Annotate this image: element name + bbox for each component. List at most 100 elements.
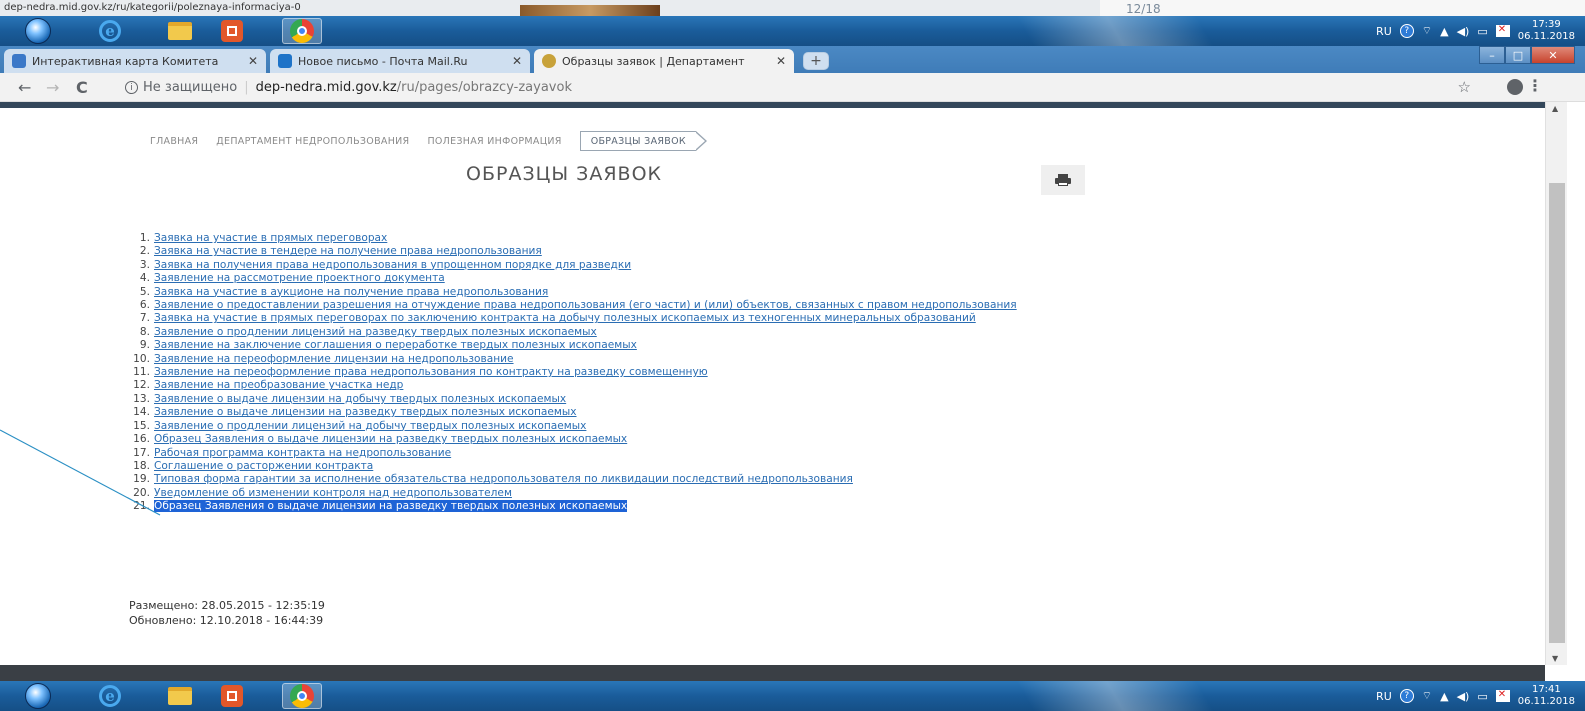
tab-interactive-map[interactable]: Интерактивная карта Комитета ✕: [4, 49, 266, 73]
tab-close-icon[interactable]: ✕: [512, 54, 522, 68]
document-link[interactable]: Заявление о предоставлении разрешения на…: [154, 299, 1017, 311]
action-center-flag-icon[interactable]: [1495, 24, 1510, 37]
breadcrumb-useful-info[interactable]: ПОЛЕЗНАЯ ИНФОРМАЦИЯ: [427, 136, 561, 147]
scroll-down-icon[interactable]: ▼: [1552, 654, 1558, 663]
tab-current-page[interactable]: Образцы заявок | Департамент ✕: [534, 49, 794, 73]
breadcrumb-department[interactable]: ДЕПАРТАМЕНТ НЕДРОПОЛЬЗОВАНИЯ: [216, 136, 409, 147]
list-item: 6. Заявление о предоставлении разрешения …: [132, 299, 1052, 312]
taskbar-explorer[interactable]: [160, 18, 200, 44]
document-link[interactable]: Образец Заявления о выдаче лицензии на р…: [154, 500, 628, 513]
system-tray: RU ? ⌔ ▲ ◀) ▭ 17:41 06.11.2018: [1376, 681, 1575, 711]
new-tab-button[interactable]: +: [803, 52, 829, 70]
taskbar-chrome[interactable]: [282, 18, 322, 44]
document-link[interactable]: Заявление о продлении лицензий на развед…: [154, 326, 597, 338]
url-input[interactable]: i Не защищено | dep-nedra.mid.gov.kz /ru…: [125, 77, 1435, 98]
close-window-button[interactable]: ✕: [1531, 46, 1575, 64]
list-item: 20. Уведомление об изменении контроля над…: [132, 487, 1052, 500]
status-url: dep-nedra.mid.gov.kz/ru/kategorii/polezn…: [4, 2, 301, 13]
monitor-icon[interactable]: ▭: [1477, 25, 1487, 38]
list-item-number: 1.: [139, 232, 150, 244]
breadcrumb-home[interactable]: ГЛАВНАЯ: [150, 136, 198, 147]
print-button[interactable]: [1041, 165, 1085, 195]
reload-icon[interactable]: C: [76, 78, 88, 97]
document-link[interactable]: Соглашение о расторжении контракта: [154, 460, 373, 472]
mail-favicon-icon: [278, 54, 292, 68]
system-tray: RU ? ⌔ ▲ ◀) ▭ 17:39 06.11.2018: [1376, 16, 1575, 46]
network-icon[interactable]: ⌔: [1422, 24, 1432, 38]
document-link[interactable]: Типовая форма гарантии за исполнение обя…: [154, 473, 853, 485]
language-indicator[interactable]: RU: [1376, 690, 1392, 703]
list-item: 3. Заявка на получения права недропользов…: [132, 259, 1052, 272]
action-center-flag-icon[interactable]: [1495, 689, 1510, 702]
monitor-icon[interactable]: ▭: [1477, 690, 1487, 703]
tab-label: Образцы заявок | Департамент: [562, 54, 745, 68]
document-link[interactable]: Заявление на заключение соглашения о пер…: [154, 339, 637, 351]
document-link[interactable]: Заявка на получения права недропользован…: [154, 259, 631, 271]
minimize-button[interactable]: –: [1479, 46, 1505, 64]
tab-mail[interactable]: Новое письмо - Почта Mail.Ru ✕: [270, 49, 530, 73]
page-title: ОБРАЗЦЫ ЗАЯВОК: [466, 163, 663, 185]
taskbar-bottom: e RU ? ⌔ ▲ ◀) ▭ 17:41 06.11.2018: [0, 681, 1585, 711]
taskbar-explorer[interactable]: [160, 683, 200, 709]
list-item: 18. Соглашение о расторжении контракта: [132, 460, 1052, 473]
document-link[interactable]: Заявление на переоформление права недроп…: [154, 366, 708, 378]
chrome-icon: [290, 19, 314, 43]
clock-time: 17:41: [1531, 684, 1561, 695]
document-link[interactable]: Заявление о выдаче лицензии на разведку …: [154, 406, 577, 418]
taskbar-chrome[interactable]: [282, 683, 322, 709]
printer-icon: [1055, 174, 1071, 186]
document-link[interactable]: Заявление на переоформление лицензии на …: [154, 353, 514, 365]
list-item: 16. Образец Заявления о выдаче лицензии н…: [132, 433, 1052, 446]
tab-close-icon[interactable]: ✕: [248, 54, 258, 68]
document-link[interactable]: Рабочая программа контракта на недрополь…: [154, 447, 451, 459]
tab-close-icon[interactable]: ✕: [776, 54, 786, 68]
profile-icon[interactable]: [1507, 79, 1523, 95]
taskbar-ie[interactable]: e: [90, 683, 130, 709]
document-link[interactable]: Заявление о выдаче лицензии на добычу тв…: [154, 393, 566, 405]
show-hidden-icon[interactable]: ▲: [1440, 25, 1448, 38]
scroll-up-icon[interactable]: ▲: [1552, 104, 1558, 113]
list-item-number: 10.: [133, 352, 150, 365]
network-icon[interactable]: ⌔: [1422, 689, 1432, 703]
list-item-number: 12.: [133, 379, 150, 392]
maximize-button[interactable]: □: [1505, 46, 1531, 64]
info-icon[interactable]: i: [125, 81, 138, 94]
taskbar-ie[interactable]: e: [90, 18, 130, 44]
document-link[interactable]: Заявка на участие в аукционе на получени…: [154, 286, 548, 298]
volume-icon[interactable]: ◀): [1457, 25, 1470, 38]
document-link[interactable]: Уведомление об изменении контроля над не…: [154, 487, 512, 499]
document-link[interactable]: Образец Заявления о выдаче лицензии на р…: [154, 433, 627, 445]
clock[interactable]: 17:41 06.11.2018: [1518, 684, 1575, 708]
bookmark-star-icon[interactable]: ☆: [1458, 78, 1471, 96]
list-item: 7. Заявка на участие в прямых переговорах…: [132, 312, 1052, 325]
document-link[interactable]: Заявление о продлении лицензий на добычу…: [154, 420, 586, 432]
start-button[interactable]: [18, 18, 58, 44]
help-icon[interactable]: ?: [1399, 24, 1414, 38]
start-button[interactable]: [18, 683, 58, 709]
taskbar-media[interactable]: [212, 683, 252, 709]
document-link[interactable]: Заявка на участие в прямых переговорах: [154, 232, 387, 244]
vertical-scrollbar[interactable]: ▲ ▼: [1545, 102, 1567, 665]
side-panel: [1100, 0, 1585, 16]
media-player-icon: [221, 20, 243, 42]
windows-start-icon: [25, 683, 51, 709]
document-link[interactable]: Заявка на участие в прямых переговорах п…: [154, 312, 976, 324]
volume-icon[interactable]: ◀): [1457, 690, 1470, 703]
show-hidden-icon[interactable]: ▲: [1440, 690, 1448, 703]
document-list: 1. Заявка на участие в прямых переговорах…: [132, 232, 1052, 514]
language-indicator[interactable]: RU: [1376, 25, 1392, 38]
clock-date: 06.11.2018: [1517, 696, 1575, 707]
document-link[interactable]: Заявление на рассмотрение проектного док…: [154, 272, 445, 284]
browser-menu-icon[interactable]: ⋮: [1527, 76, 1543, 95]
back-icon[interactable]: ←: [18, 78, 31, 97]
taskbar-media[interactable]: [212, 18, 252, 44]
clock[interactable]: 17:39 06.11.2018: [1518, 19, 1575, 43]
help-icon[interactable]: ?: [1399, 689, 1414, 703]
document-link[interactable]: Заявка на участие в тендере на получение…: [154, 245, 542, 257]
url-path: /ru/pages/obrazcy-zayavok: [396, 80, 572, 95]
scrollbar-thumb[interactable]: [1549, 183, 1565, 643]
forward-icon[interactable]: →: [46, 78, 59, 97]
document-link[interactable]: Заявление на преобразование участка недр: [154, 379, 403, 391]
list-item-number: 3.: [139, 258, 150, 271]
list-item-number: 7.: [139, 312, 150, 325]
